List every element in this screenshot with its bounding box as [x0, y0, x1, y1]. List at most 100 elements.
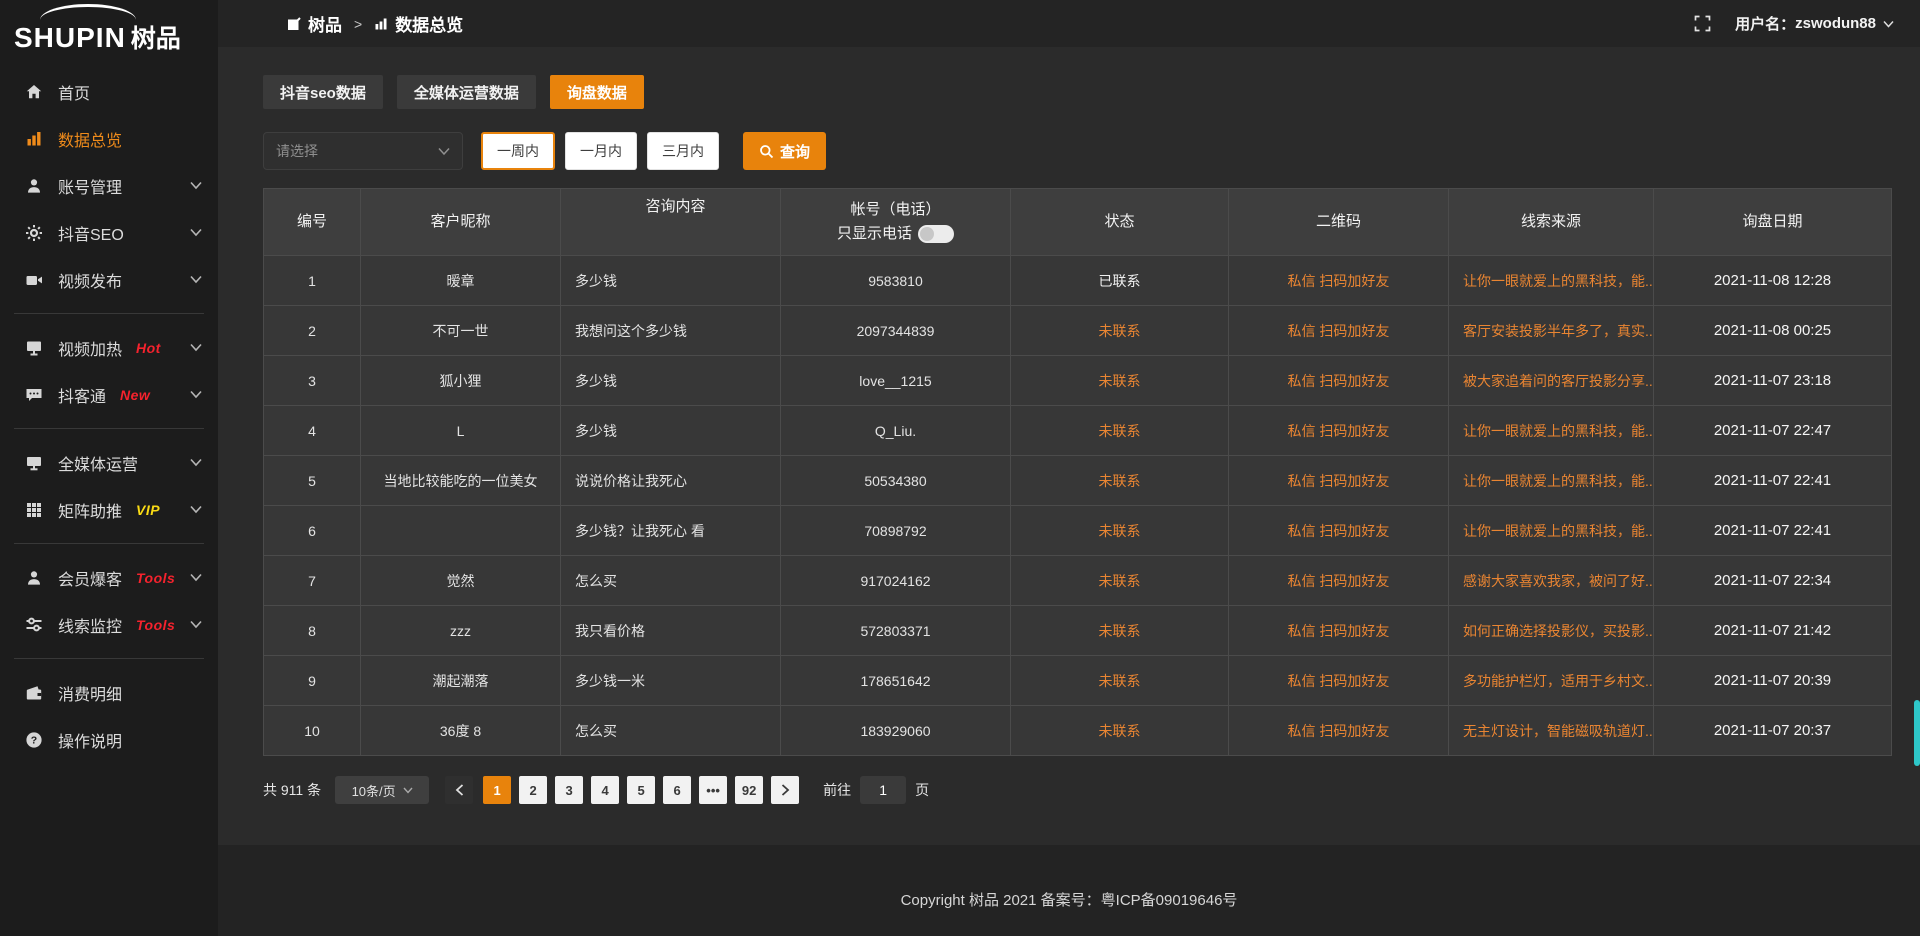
sidebar-item-home[interactable]: 首页	[0, 68, 218, 115]
cell-lead-source-link[interactable]: 多功能护栏灯，适用于乡村文...	[1448, 656, 1653, 705]
cell-status: 未联系	[1010, 706, 1228, 755]
cell-lead-source-link[interactable]: 让你一眼就爱上的黑科技，能...	[1448, 506, 1653, 555]
cell-qrcode-link[interactable]: 私信 扫码加好友	[1228, 506, 1448, 555]
cell-qrcode-link[interactable]: 私信 扫码加好友	[1228, 606, 1448, 655]
page-size-select[interactable]: 10条/页	[335, 776, 429, 804]
cell-inquiry-date: 2021-11-07 22:47	[1653, 406, 1891, 455]
chevron-down-icon	[190, 620, 202, 629]
range-button-week[interactable]: 一周内	[481, 132, 555, 170]
phone-only-toggle[interactable]	[918, 225, 954, 243]
cell-qrcode-link[interactable]: 私信 扫码加好友	[1228, 356, 1448, 405]
search-button[interactable]: 查询	[743, 132, 826, 170]
cell-qrcode-link[interactable]: 私信 扫码加好友	[1228, 256, 1448, 305]
page-button-6[interactable]: 6	[663, 776, 691, 804]
sidebar-item-label: 账号管理	[58, 174, 122, 198]
footer-copyright: Copyright 树品 2021 备案号：粤ICP备09019646号	[901, 892, 1238, 909]
page-button-92[interactable]: 92	[735, 776, 763, 804]
table-row: 7 觉然 怎么买 917024162 未联系 私信 扫码加好友 感谢大家喜欢我家…	[264, 555, 1891, 605]
cell-inquiry-date: 2021-11-07 22:41	[1653, 456, 1891, 505]
cell-lead-source-link[interactable]: 让你一眼就爱上的黑科技，能...	[1448, 256, 1653, 305]
goto-page-input[interactable]	[860, 776, 906, 804]
cell-account: 572803371	[780, 606, 1010, 655]
page-ellipsis-button[interactable]: •••	[699, 776, 727, 804]
username-label: 用户名：	[1735, 13, 1795, 34]
tab-douyin-seo-data[interactable]: 抖音seo数据	[263, 75, 383, 109]
pagination-total: 共 911 条	[263, 780, 321, 800]
cell-inquiry-date: 2021-11-07 22:41	[1653, 506, 1891, 555]
cell-lead-source-link[interactable]: 客厅安装投影半年多了，真实...	[1448, 306, 1653, 355]
cell-inquiry-date: 2021-11-07 21:42	[1653, 606, 1891, 655]
page-button-4[interactable]: 4	[591, 776, 619, 804]
cell-nickname: 潮起潮落	[360, 656, 560, 705]
page-button-1[interactable]: 1	[483, 776, 511, 804]
main-area: 树品 > 数据总览 用户名： zswodun88 抖音se	[218, 0, 1920, 936]
sidebar-item-video-publish[interactable]: 视频发布	[0, 256, 218, 303]
breadcrumb-root[interactable]: 树品	[308, 11, 342, 36]
cell-lead-source-link[interactable]: 感谢大家喜欢我家，被问了好...	[1448, 556, 1653, 605]
user-menu[interactable]: 用户名： zswodun88	[1735, 13, 1894, 34]
cell-index: 6	[264, 506, 360, 555]
cell-qrcode-link[interactable]: 私信 扫码加好友	[1228, 406, 1448, 455]
fullscreen-icon[interactable]	[1694, 15, 1711, 32]
sidebar-divider	[14, 658, 204, 659]
cell-index: 9	[264, 656, 360, 705]
column-header-qrcode: 二维码	[1228, 189, 1448, 255]
cell-account: love__1215	[780, 356, 1010, 405]
sidebar-item-lead-monitor[interactable]: 线索监控 Tools	[0, 601, 218, 648]
next-page-button[interactable]	[771, 776, 799, 804]
prev-page-button[interactable]	[445, 776, 473, 804]
cell-qrcode-link[interactable]: 私信 扫码加好友	[1228, 706, 1448, 755]
tab-omni-media-data[interactable]: 全媒体运营数据	[397, 75, 536, 109]
cell-index: 5	[264, 456, 360, 505]
chevron-down-icon	[438, 147, 450, 156]
cell-lead-source-link[interactable]: 如何正确选择投影仪，买投影...	[1448, 606, 1653, 655]
topbar-right: 用户名： zswodun88	[1694, 13, 1894, 34]
sidebar-item-douyin-seo[interactable]: 抖音SEO	[0, 209, 218, 256]
sidebar-item-label: 视频发布	[58, 268, 122, 292]
page-button-3[interactable]: 3	[555, 776, 583, 804]
filter-row: 请选择 一周内 一月内 三月内 查询	[263, 132, 1892, 170]
sidebar-item-doukotong[interactable]: 抖客通 New	[0, 371, 218, 418]
page-button-2[interactable]: 2	[519, 776, 547, 804]
search-icon	[759, 144, 774, 159]
cell-account: 183929060	[780, 706, 1010, 755]
sidebar: SHUPIN 树品 首页 数据总览 账号管理	[0, 0, 218, 936]
logo-arc-decoration	[40, 4, 136, 20]
sidebar-item-data-overview[interactable]: 数据总览	[0, 115, 218, 162]
cell-qrcode-link[interactable]: 私信 扫码加好友	[1228, 456, 1448, 505]
brand-logo[interactable]: SHUPIN 树品	[0, 0, 218, 58]
filter-select[interactable]: 请选择	[263, 132, 463, 170]
range-button-quarter[interactable]: 三月内	[647, 132, 719, 170]
app-square-icon	[287, 17, 301, 31]
sidebar-item-video-heat[interactable]: 视频加热 Hot	[0, 324, 218, 371]
cell-lead-source-link[interactable]: 让你一眼就爱上的黑科技，能...	[1448, 406, 1653, 455]
logo-text-cn: 树品	[131, 26, 181, 52]
scrollbar-thumb[interactable]	[1914, 700, 1920, 766]
cell-qrcode-link[interactable]: 私信 扫码加好友	[1228, 306, 1448, 355]
cell-inquiry-content: 多少钱	[560, 256, 780, 305]
cell-nickname: zzz	[360, 606, 560, 655]
cell-qrcode-link[interactable]: 私信 扫码加好友	[1228, 656, 1448, 705]
sidebar-item-member-burst[interactable]: 会员爆客 Tools	[0, 554, 218, 601]
cell-lead-source-link[interactable]: 被大家追着问的客厅投影分享...	[1448, 356, 1653, 405]
range-button-month[interactable]: 一月内	[565, 132, 637, 170]
page-button-5[interactable]: 5	[627, 776, 655, 804]
cell-qrcode-link[interactable]: 私信 扫码加好友	[1228, 556, 1448, 605]
table-row: 9 潮起潮落 多少钱一米 178651642 未联系 私信 扫码加好友 多功能护…	[264, 655, 1891, 705]
sidebar-item-account-management[interactable]: 账号管理	[0, 162, 218, 209]
sidebar-divider	[14, 543, 204, 544]
tab-inquiry-data[interactable]: 询盘数据	[550, 75, 644, 109]
cell-inquiry-content: 我想问这个多少钱	[560, 306, 780, 355]
breadcrumb-current[interactable]: 数据总览	[395, 11, 463, 36]
sidebar-item-spend-details[interactable]: 消费明细	[0, 669, 218, 716]
breadcrumb-separator: >	[354, 16, 362, 32]
sidebar-item-omni-media[interactable]: 全媒体运营	[0, 439, 218, 486]
cell-lead-source-link[interactable]: 无主灯设计，智能磁吸轨道灯...	[1448, 706, 1653, 755]
sidebar-item-instructions[interactable]: ? 操作说明	[0, 716, 218, 763]
cell-account: 9583810	[780, 256, 1010, 305]
table-row: 1 暧章 多少钱 9583810 已联系 私信 扫码加好友 让你一眼就爱上的黑科…	[264, 255, 1891, 305]
sidebar-item-matrix-boost[interactable]: 矩阵助推 VIP	[0, 486, 218, 533]
chevron-down-icon	[190, 458, 202, 467]
cell-lead-source-link[interactable]: 让你一眼就爱上的黑科技，能...	[1448, 456, 1653, 505]
cell-inquiry-content: 我只看价格	[560, 606, 780, 655]
